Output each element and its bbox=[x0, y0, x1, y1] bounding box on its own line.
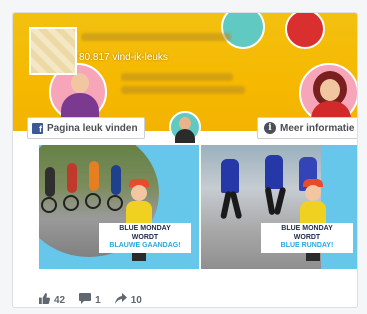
bike-wheel bbox=[85, 193, 101, 209]
more-info-button[interactable]: i Meer informatie bbox=[257, 117, 357, 139]
photo-caption: BLUE MONDAY WORDT BLAUWE GAANDAG! bbox=[99, 223, 191, 253]
share-arrow-icon bbox=[114, 293, 127, 307]
caption-title: BLUE MONDAY bbox=[119, 225, 171, 232]
blurred-tagline-line-2 bbox=[121, 86, 245, 94]
bike-wheel bbox=[107, 195, 123, 211]
like-page-button[interactable]: f Pagina leuk vinden bbox=[27, 117, 145, 139]
share-count[interactable]: 10 bbox=[114, 293, 142, 307]
runner-figure bbox=[265, 155, 283, 189]
post-card: 80.817 vind-ik-leuks f Pagina leuk vinde… bbox=[12, 12, 358, 308]
illustration-woman-red-avatar bbox=[299, 63, 357, 129]
caption-title: BLUE MONDAY bbox=[281, 225, 333, 232]
illustration-circle-teal bbox=[221, 13, 265, 49]
blurred-page-name bbox=[81, 33, 231, 41]
feed-background: 80.817 vind-ik-leuks f Pagina leuk vinde… bbox=[0, 0, 367, 314]
facebook-f-icon: f bbox=[32, 122, 43, 134]
cyclist-figure bbox=[89, 161, 99, 191]
illustration-circle-red bbox=[285, 13, 325, 49]
page-profile-picture[interactable] bbox=[29, 27, 77, 75]
page-likes-count: 80.817 vind-ik-leuks bbox=[79, 52, 168, 63]
bike-wheel bbox=[41, 197, 57, 213]
post-photo-runners[interactable]: BLUE MONDAY WORDT BLUE RUNDAY! bbox=[201, 145, 357, 269]
caption-highlight: BLAUWE GAANDAG! bbox=[109, 242, 181, 249]
info-icon: i bbox=[264, 122, 276, 134]
cyclist-figure bbox=[111, 165, 121, 195]
comment-icon bbox=[79, 293, 92, 307]
illustration-man-avatar bbox=[169, 111, 201, 143]
caption-mid: WORDT bbox=[131, 233, 159, 241]
thumbs-up-icon bbox=[39, 293, 50, 307]
blurred-tagline-line-1 bbox=[121, 73, 233, 81]
post-stats-bar: 42 1 10 bbox=[39, 293, 156, 307]
bike-wheel bbox=[63, 195, 79, 211]
caption-mid: WORDT bbox=[293, 233, 321, 241]
more-info-label: Meer informatie bbox=[280, 122, 355, 134]
caption-highlight: BLUE RUNDAY! bbox=[280, 242, 334, 249]
cyclist-figure bbox=[67, 163, 77, 193]
runner-figure bbox=[221, 159, 239, 193]
like-count[interactable]: 42 bbox=[39, 293, 65, 307]
comment-count[interactable]: 1 bbox=[79, 293, 101, 307]
post-photo-cyclists[interactable]: BLUE MONDAY WORDT BLAUWE GAANDAG! bbox=[39, 145, 199, 269]
cyclist-figure bbox=[45, 167, 55, 197]
share-count-value: 10 bbox=[130, 294, 142, 306]
photo-caption: BLUE MONDAY WORDT BLUE RUNDAY! bbox=[261, 223, 353, 253]
like-count-value: 42 bbox=[54, 294, 66, 306]
comment-count-value: 1 bbox=[95, 294, 101, 306]
like-page-label: Pagina leuk vinden bbox=[47, 122, 138, 134]
